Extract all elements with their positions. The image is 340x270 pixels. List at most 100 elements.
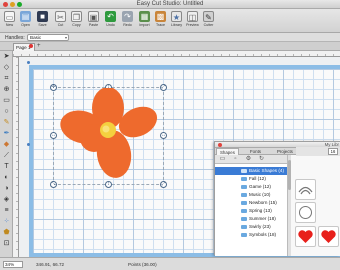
shadow-icon[interactable]: ◑ [2,185,11,193]
resize-handle-left[interactable]: ↔ [50,132,57,139]
list-item[interactable]: Game (12) [215,183,287,191]
top-ruler [13,51,340,57]
copy-button[interactable]: ❐ Copy [69,10,84,32]
shape-thumb-arc[interactable] [295,179,316,200]
tab-projects[interactable]: Projects [274,148,296,155]
import-button[interactable]: ▦ Import [137,10,152,32]
shape-thumb-heart[interactable] [295,226,316,247]
shape-thumb-circle[interactable] [295,202,316,223]
settings-icon[interactable]: ⚙ [245,156,252,163]
new-file-icon: ▭ [4,11,15,22]
resize-handle-right[interactable]: ↔ [160,132,167,139]
list-item[interactable]: Spring (13) [215,207,287,215]
zoom-icon[interactable]: ⊕ [2,86,11,94]
cutter-button[interactable]: ✎ Cutter [201,10,216,32]
list-item[interactable]: Newborn (15) [215,199,287,207]
arc-icon [298,186,313,195]
cut-button[interactable]: ✂ Cut [53,10,68,32]
zoom-select[interactable]: 34% [3,261,23,268]
category-list: Basic Shapes (4) Fall (12) Game (12) Mus… [215,164,287,256]
list-item[interactable]: Symbols (18) [215,231,287,239]
pen-icon[interactable]: ✒ [2,130,11,138]
rotate-handle-top-left[interactable]: ✢ [50,84,57,91]
circle-outline-icon [299,206,312,219]
resize-handle-bottom-left[interactable]: ⤡ [50,181,57,188]
trace-tool-icon[interactable]: ⬟ [2,229,11,237]
folder-icon [241,233,247,237]
handles-bar: Handles: Basic ▾ [0,33,340,42]
delete-icon[interactable]: ▫ [232,156,239,163]
trace-button[interactable]: ▩ Trace [153,10,168,32]
list-item[interactable]: Summer (18) [215,215,287,223]
thumbnail-size-input[interactable]: 16 [328,148,338,155]
preview-button[interactable]: ◫ Preview [185,10,200,32]
list-item[interactable]: Music (10) [215,191,287,199]
resize-handle-bottom[interactable]: ↕ [105,181,112,188]
folder-icon [241,201,247,205]
redo-icon: ↷ [122,11,133,22]
eraser-icon[interactable]: ◆ [2,141,11,149]
paste-button[interactable]: ▣ Paste [86,10,101,32]
lock-icon[interactable]: ⊡ [2,240,11,248]
cut-icon: ✂ [55,11,66,22]
crop-icon[interactable]: ⌗ [2,75,11,83]
copy-icon: ❐ [71,11,82,22]
handles-select[interactable]: Basic ▾ [27,34,69,41]
select-arrow-icon[interactable]: ➤ [2,53,11,61]
list-item[interactable]: Swirly (23) [215,223,287,231]
redo-button[interactable]: ↷ Redo [120,10,135,32]
page-tab-strip: Page 1 [0,42,340,51]
shape-thumbnails [291,155,340,256]
knife-icon[interactable]: ⟋ [2,152,11,160]
close-tab-icon[interactable] [29,44,33,48]
cutter-icon: ✎ [203,11,214,22]
chevron-down-icon: ▾ [64,35,67,40]
folder-icon [241,225,247,229]
library-button[interactable]: ★ Library [169,10,184,32]
align-icon[interactable]: ≡ [2,207,11,215]
library-icon: ★ [171,11,182,22]
add-page-icon[interactable]: + [37,43,41,49]
open-button[interactable]: ▤ Open [18,10,33,32]
weld-icon[interactable]: ◈ [2,196,11,204]
new-button[interactable]: ▭ New [2,10,17,32]
trace-icon: ▩ [155,11,166,22]
preview-icon: ◫ [187,11,198,22]
flower-shape[interactable] [58,88,158,180]
cursor-coordinates: 346.91, 66.72 [36,262,65,267]
left-toolbox: ➤ ◇ ⌗ ⊕ ▭ ○ ✎ ✒ ◆ ⟋ T ◐ ◑ ◈ ≡ ⁘ ⬟ ⊡ [0,51,13,257]
window-title: Easy Cut Studio: Untitled [136,1,204,7]
node-edit-icon[interactable]: ◇ [2,64,11,72]
refresh-icon[interactable]: ↻ [258,156,265,163]
resize-handle-top-right[interactable]: ⤢ [160,84,167,91]
import-icon: ▦ [139,11,150,22]
list-item[interactable]: Fall (12) [215,175,287,183]
undo-button[interactable]: ↶ Undo [103,10,118,32]
text-icon[interactable]: T [2,163,11,171]
tab-shapes[interactable]: Shapes [216,148,239,155]
folder-icon [241,185,247,189]
rectangle-icon[interactable]: ▭ [2,97,11,105]
save-button[interactable]: ■ Save [35,10,50,32]
pencil-icon[interactable]: ✎ [2,119,11,127]
folder-icon [241,193,247,197]
handles-label: Handles: [5,35,25,41]
fill-icon[interactable]: ◐ [2,174,11,182]
open-folder-icon: ▤ [20,11,31,22]
left-ruler [13,57,19,257]
thumbnail-size-bar: 16 [296,147,340,156]
zoom-value: 34% [5,262,15,267]
shape-thumb-heart-2[interactable] [318,226,339,247]
ellipse-icon[interactable]: ○ [2,108,11,116]
mat-side-marker [27,143,30,146]
panel-close-button[interactable] [218,143,222,147]
add-folder-icon[interactable]: ▭ [219,156,226,163]
list-item[interactable]: Basic Shapes (4) [215,167,287,175]
paste-icon: ▣ [88,11,99,22]
undo-icon: ↶ [105,11,116,22]
resize-handle-bottom-right[interactable]: ⤢ [160,181,167,188]
rhinestone-icon[interactable]: ⁘ [2,218,11,226]
tab-fonts[interactable]: Fonts [247,148,264,155]
main-toolbar: ▭ New ▤ Open ■ Save ✂ Cut ❐ Copy ▣ Paste ↶ Undo… [0,9,340,33]
flower-center-highlight [102,125,110,133]
